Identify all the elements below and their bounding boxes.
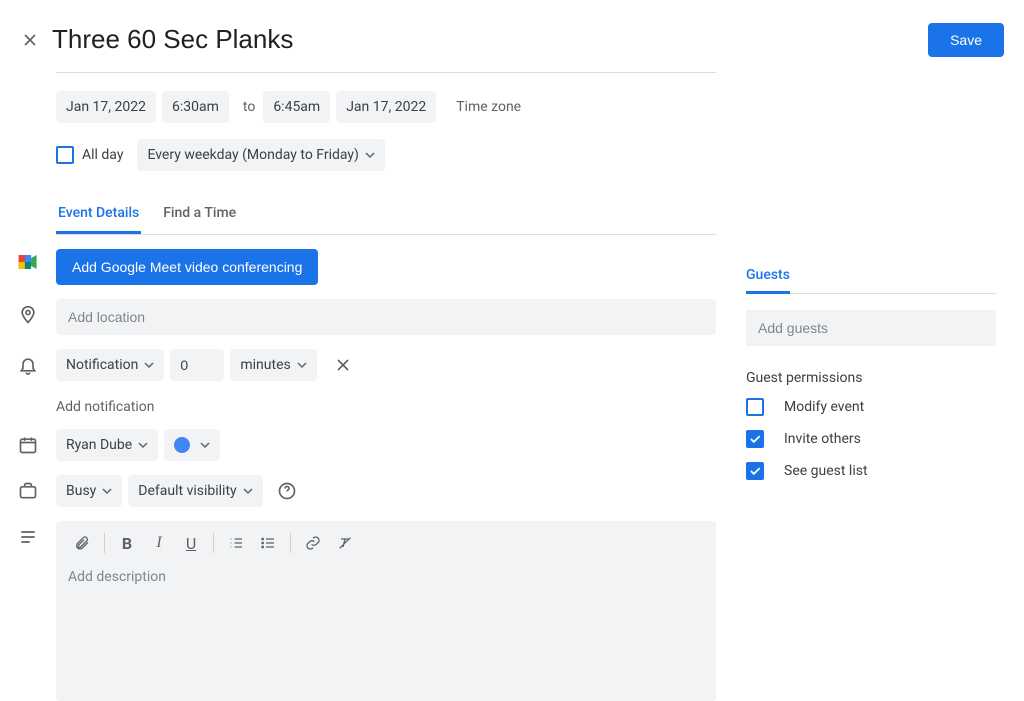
visibility-label: Default visibility xyxy=(138,483,236,499)
help-icon[interactable] xyxy=(277,481,297,501)
perm-modify-event: Modify event xyxy=(746,398,1024,416)
add-guests-input[interactable] xyxy=(746,310,996,346)
description-textarea[interactable]: Add description xyxy=(56,565,716,597)
tab-find-a-time[interactable]: Find a Time xyxy=(161,195,238,234)
perm-invite-checkbox[interactable] xyxy=(746,430,764,448)
perm-see-guest-list: See guest list xyxy=(746,462,1024,480)
timezone-link[interactable]: Time zone xyxy=(456,99,521,115)
location-input[interactable] xyxy=(56,299,716,335)
chevron-down-icon xyxy=(297,360,307,370)
guests-heading: Guests xyxy=(746,267,790,294)
calendar-owner-select[interactable]: Ryan Dube xyxy=(56,429,158,461)
add-meet-button[interactable]: Add Google Meet video conferencing xyxy=(56,249,318,285)
bell-icon xyxy=(0,349,56,375)
calendar-owner-label: Ryan Dube xyxy=(66,437,132,453)
toolbar-divider xyxy=(290,533,291,553)
briefcase-icon xyxy=(0,475,56,501)
description-toolbar: B I U xyxy=(56,521,716,565)
recurrence-label: Every weekday (Monday to Friday) xyxy=(147,147,358,163)
start-date-chip[interactable]: Jan 17, 2022 xyxy=(56,91,156,123)
allday-label: All day xyxy=(82,147,123,163)
bold-icon[interactable]: B xyxy=(111,529,143,557)
add-notification-link[interactable]: Add notification xyxy=(56,399,716,415)
visibility-select[interactable]: Default visibility xyxy=(128,475,262,507)
close-icon[interactable] xyxy=(20,30,40,50)
notification-type-label: Notification xyxy=(66,357,138,373)
bulleted-list-icon[interactable] xyxy=(252,529,284,557)
recurrence-select[interactable]: Every weekday (Monday to Friday) xyxy=(137,139,384,171)
start-time-chip[interactable]: 6:30am xyxy=(162,91,229,123)
perm-invite-others: Invite others xyxy=(746,430,1024,448)
guest-permissions-title: Guest permissions xyxy=(746,370,1024,386)
description-icon xyxy=(0,521,56,547)
notification-unit-select[interactable]: minutes xyxy=(230,349,316,381)
notification-unit-label: minutes xyxy=(240,357,290,373)
clear-formatting-icon[interactable] xyxy=(329,529,361,557)
tab-event-details[interactable]: Event Details xyxy=(56,195,141,234)
guests-underline xyxy=(746,293,996,294)
description-box: B I U Add description xyxy=(56,521,716,701)
chevron-down-icon xyxy=(144,360,154,370)
link-icon[interactable] xyxy=(297,529,329,557)
notification-value-input[interactable] xyxy=(170,349,224,381)
toolbar-divider xyxy=(104,533,105,553)
remove-notification-icon[interactable] xyxy=(333,355,353,375)
meet-icon xyxy=(0,249,56,269)
end-time-chip[interactable]: 6:45am xyxy=(263,91,330,123)
perm-modify-checkbox[interactable] xyxy=(746,398,764,416)
perm-invite-label: Invite others xyxy=(784,431,861,447)
italic-icon[interactable]: I xyxy=(143,529,175,557)
to-label: to xyxy=(243,99,255,115)
end-date-chip[interactable]: Jan 17, 2022 xyxy=(336,91,436,123)
event-title-input[interactable] xyxy=(52,20,888,59)
attach-icon[interactable] xyxy=(66,529,98,557)
save-button[interactable]: Save xyxy=(928,23,1004,57)
perm-seeguests-checkbox[interactable] xyxy=(746,462,764,480)
location-icon xyxy=(0,299,56,325)
numbered-list-icon[interactable] xyxy=(220,529,252,557)
color-swatch xyxy=(174,437,190,453)
underline-icon[interactable]: U xyxy=(175,529,207,557)
chevron-down-icon xyxy=(102,486,112,496)
calendar-icon xyxy=(0,429,56,455)
chevron-down-icon xyxy=(243,486,253,496)
availability-select[interactable]: Busy xyxy=(56,475,122,507)
perm-seeguests-label: See guest list xyxy=(784,463,868,479)
allday-checkbox[interactable] xyxy=(56,146,74,164)
perm-modify-label: Modify event xyxy=(784,399,864,415)
chevron-down-icon xyxy=(200,440,210,450)
toolbar-divider xyxy=(213,533,214,553)
notification-type-select[interactable]: Notification xyxy=(56,349,164,381)
availability-label: Busy xyxy=(66,483,96,499)
event-color-select[interactable] xyxy=(164,429,220,461)
title-underline xyxy=(56,72,716,73)
chevron-down-icon xyxy=(138,440,148,450)
chevron-down-icon xyxy=(365,150,375,160)
